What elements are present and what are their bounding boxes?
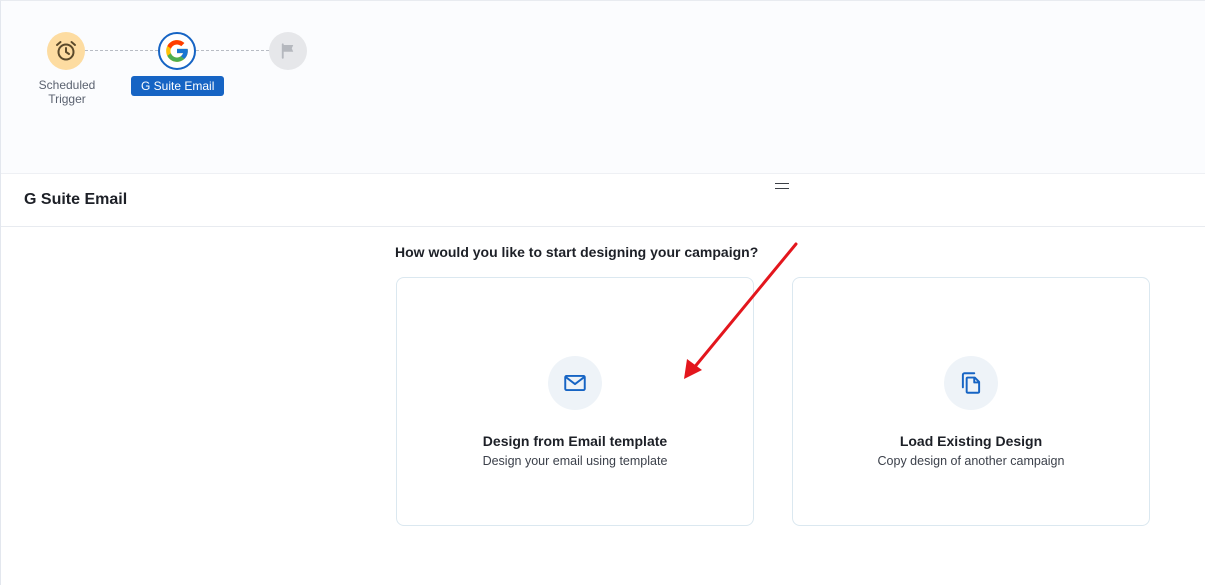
scheduled-trigger-node[interactable] xyxy=(47,32,85,70)
workflow-page: Scheduled Trigger G Suite Email G Suite E… xyxy=(0,0,1205,585)
copy-documents-icon xyxy=(944,356,998,410)
alarm-clock-icon xyxy=(56,41,76,61)
design-from-template-card[interactable]: Design from Email template Design your e… xyxy=(396,277,754,526)
flag-icon xyxy=(281,43,294,59)
connector-line xyxy=(196,50,269,51)
resize-handle[interactable] xyxy=(775,183,789,189)
card-title: Load Existing Design xyxy=(899,433,1043,449)
card-subtitle: Design your email using template xyxy=(482,454,668,468)
panel-header xyxy=(1,174,1205,227)
scheduled-trigger-label: Scheduled Trigger xyxy=(38,78,96,106)
workflow-canvas: Scheduled Trigger G Suite Email xyxy=(1,1,1205,174)
card-title: Design from Email template xyxy=(482,433,668,449)
end-node[interactable] xyxy=(269,32,307,70)
connector-line xyxy=(85,50,158,51)
card-subtitle: Copy design of another campaign xyxy=(877,454,1065,468)
google-g-icon xyxy=(166,40,188,62)
envelope-icon xyxy=(548,356,602,410)
gsuite-email-node-label[interactable]: G Suite Email xyxy=(131,76,225,96)
load-existing-design-card[interactable]: Load Existing Design Copy design of anot… xyxy=(792,277,1150,526)
panel-title: G Suite Email xyxy=(24,191,128,208)
gsuite-email-node[interactable] xyxy=(158,32,196,70)
design-question: How would you like to start designing yo… xyxy=(395,244,759,260)
